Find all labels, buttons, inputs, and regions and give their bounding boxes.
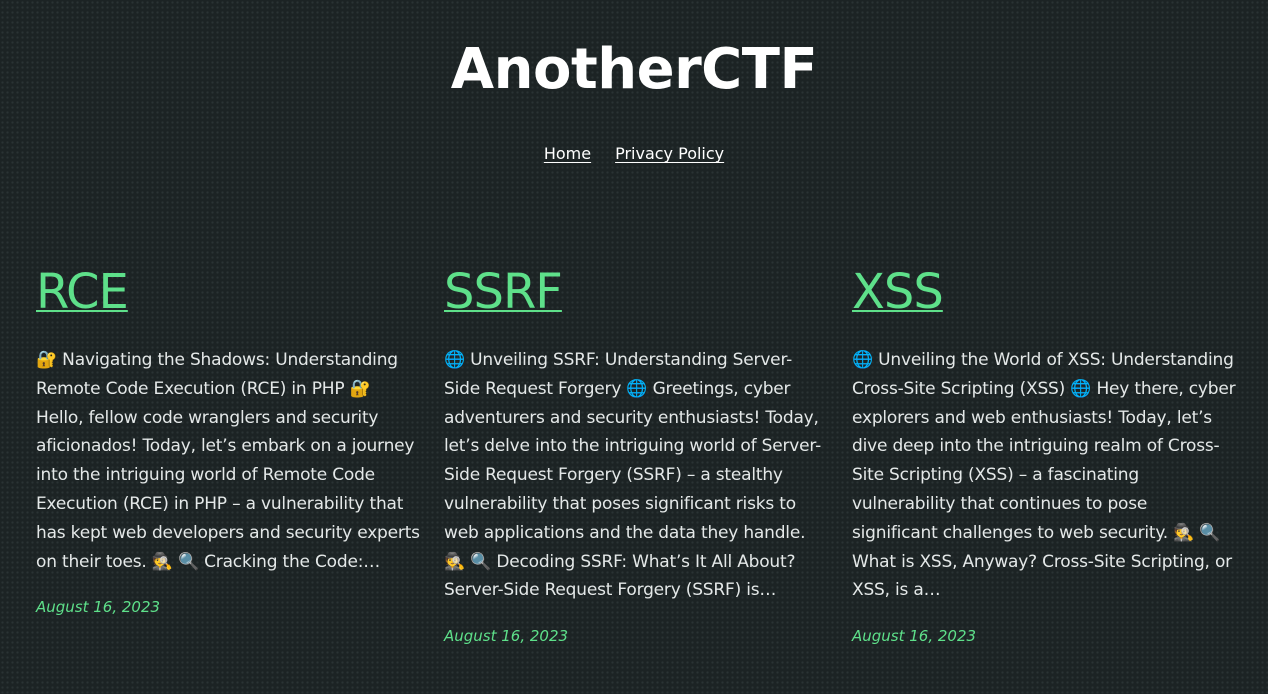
post-date: August 16, 2023 bbox=[444, 627, 569, 646]
post-date: August 16, 2023 bbox=[36, 598, 161, 617]
post-card-rce: RCE 🔐 Navigating the Shadows: Understand… bbox=[36, 262, 420, 645]
post-title-link-xss[interactable]: XSS bbox=[852, 264, 944, 320]
post-list: RCE 🔐 Navigating the Shadows: Understand… bbox=[36, 262, 1240, 645]
site-header: AnotherCTF Home Privacy Policy bbox=[0, 0, 1268, 163]
post-title-link-rce[interactable]: RCE bbox=[36, 264, 129, 320]
post-title-link-ssrf[interactable]: SSRF bbox=[444, 264, 563, 320]
post-title: RCE bbox=[36, 262, 420, 322]
post-excerpt: 🌐 Unveiling SSRF: Understanding Server-S… bbox=[444, 350, 822, 601]
post-card-xss: XSS 🌐 Unveiling the World of XSS: Unders… bbox=[852, 262, 1236, 645]
post-title: SSRF bbox=[444, 262, 828, 322]
main-navigation: Home Privacy Policy bbox=[0, 144, 1268, 163]
nav-link-privacy-policy[interactable]: Privacy Policy bbox=[615, 144, 724, 163]
post-title: XSS bbox=[852, 262, 1236, 322]
nav-link-home[interactable]: Home bbox=[544, 144, 591, 163]
site-title: AnotherCTF bbox=[450, 37, 818, 102]
post-date: August 16, 2023 bbox=[852, 627, 977, 646]
post-excerpt: 🌐 Unveiling the World of XSS: Understand… bbox=[852, 350, 1236, 601]
post-card-ssrf: SSRF 🌐 Unveiling SSRF: Understanding Ser… bbox=[444, 262, 828, 645]
post-excerpt: 🔐 Navigating the Shadows: Understanding … bbox=[36, 350, 420, 572]
